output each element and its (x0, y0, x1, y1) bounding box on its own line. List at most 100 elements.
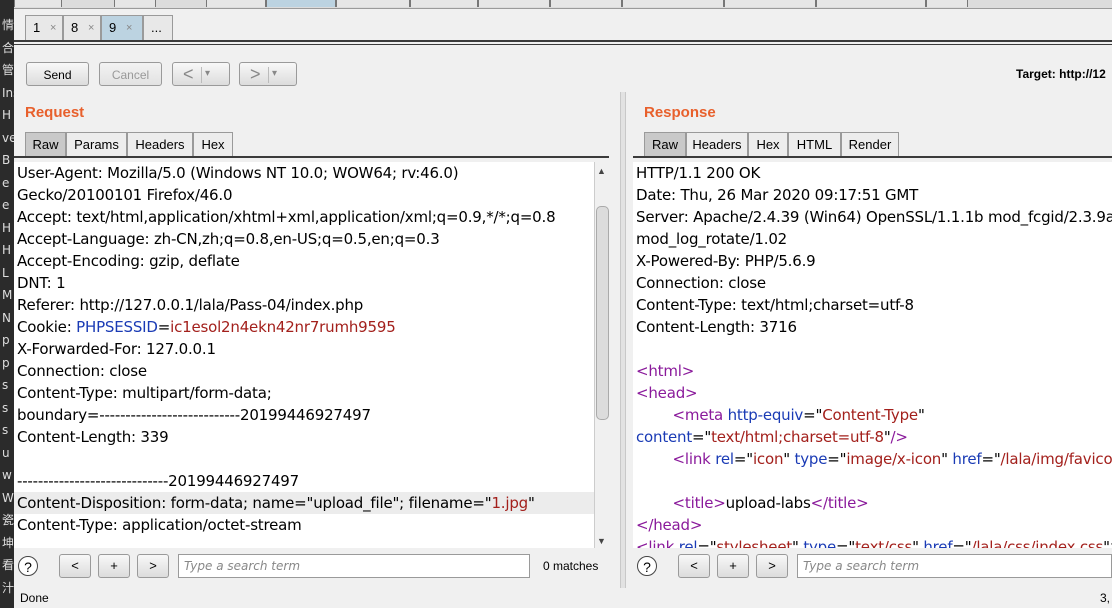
background-text: H (2, 220, 12, 235)
response-editor[interactable]: HTTP/1.1 200 OK Date: Thu, 26 Mar 2020 09… (633, 162, 1112, 548)
editor-line[interactable]: <title>upload-labs</title> (636, 492, 869, 514)
editor-line[interactable]: Cookie: PHPSESSID=ic1esol2n4ekn42nr7rumh… (17, 316, 396, 338)
editor-line[interactable]: Accept-Language: zh-CN,zh;q=0.8,en-US;q=… (17, 228, 440, 250)
editor-token: type (803, 538, 837, 548)
close-icon[interactable]: × (126, 16, 132, 40)
editor-line[interactable]: HTTP/1.1 200 OK (636, 162, 760, 184)
search-prev-button[interactable]: < (678, 554, 710, 578)
cancel-button[interactable]: Cancel (99, 62, 162, 86)
editor-line[interactable]: Content-Length: 339 (17, 426, 169, 448)
target-label[interactable]: Target: http://12 (1016, 67, 1106, 81)
editor-line[interactable]: DNT: 1 (17, 272, 66, 294)
chevron-down-icon[interactable]: ▾ (272, 63, 277, 85)
main-tab[interactable] (724, 0, 816, 7)
main-tab[interactable] (550, 0, 622, 7)
editor-line[interactable]: </head> (636, 514, 702, 536)
request-editor[interactable]: User-Agent: Mozilla/5.0 (Windows NT 10.0… (14, 162, 594, 548)
response-tab-hex[interactable]: Hex (748, 132, 788, 156)
editor-line[interactable]: Referer: http://127.0.0.1/lala/Pass-04/i… (17, 294, 363, 316)
main-tab[interactable] (816, 0, 926, 7)
editor-line[interactable]: content="text/html;charset=utf-8"/> (636, 426, 908, 448)
main-tab[interactable] (622, 0, 724, 7)
repeater-tab-8[interactable]: 8 × (63, 15, 101, 40)
editor-line[interactable]: Content-Type: text/html;charset=utf-8 (636, 294, 914, 316)
close-icon[interactable]: × (50, 16, 56, 40)
main-tab[interactable] (926, 0, 968, 7)
repeater-tab-label: 8 (71, 20, 79, 35)
background-text: W (2, 490, 14, 505)
editor-token: Content-Type: multipart/form-data; (17, 384, 272, 402)
editor-line[interactable]: Content-Type: application/octet-stream (17, 514, 302, 536)
editor-line[interactable]: -----------------------------20199446927… (17, 470, 299, 492)
background-text: s (2, 423, 9, 437)
background-text: 汁 (2, 580, 14, 595)
main-tab[interactable] (410, 0, 478, 7)
back-button[interactable]: < ▾ (172, 62, 230, 86)
chevron-down-icon[interactable]: ▾ (205, 63, 210, 85)
response-search-input[interactable]: Type a search term (797, 554, 1112, 578)
scroll-up-icon[interactable]: ▲ (597, 166, 606, 176)
editor-line[interactable]: Connection: close (636, 272, 766, 294)
main-tab[interactable] (336, 0, 410, 7)
editor-line[interactable]: <head> (636, 382, 698, 404)
editor-line[interactable]: Server: Apache/2.4.39 (Win64) OpenSSL/1.… (636, 206, 1112, 228)
response-tab-html[interactable]: HTML (788, 132, 841, 156)
editor-line[interactable]: X-Powered-By: PHP/5.6.9 (636, 250, 816, 272)
response-tab-render[interactable]: Render (841, 132, 899, 156)
editor-token: =" (827, 450, 847, 468)
main-tab[interactable] (14, 0, 62, 7)
repeater-tab-1[interactable]: 1 × (25, 15, 63, 40)
search-next-button[interactable]: > (137, 554, 169, 578)
request-tab-raw[interactable]: Raw (25, 132, 66, 156)
editor-line[interactable]: Accept: text/html,application/xhtml+xml,… (17, 206, 556, 228)
editor-token: Accept: text/html,application/xhtml+xml,… (17, 208, 556, 226)
pane-splitter[interactable] (620, 92, 626, 588)
search-add-button[interactable]: + (98, 554, 130, 578)
scroll-down-icon[interactable]: ▼ (597, 536, 606, 546)
main-tab[interactable] (478, 0, 550, 7)
forward-button[interactable]: > ▾ (239, 62, 297, 86)
main-tab-active[interactable] (266, 0, 336, 7)
request-tab-hex[interactable]: Hex (193, 132, 233, 156)
editor-line[interactable]: mod_log_rotate/1.02 (636, 228, 787, 250)
editor-line[interactable]: Content-Disposition: form-data; name="up… (14, 492, 594, 514)
editor-line[interactable]: User-Agent: Mozilla/5.0 (Windows NT 10.0… (17, 162, 459, 184)
repeater-tab-more[interactable]: ... (143, 15, 173, 40)
editor-token: =" (981, 450, 1001, 468)
response-tab-raw[interactable]: Raw (644, 132, 686, 156)
response-tab-headers[interactable]: Headers (686, 132, 748, 156)
request-tab-headers[interactable]: Headers (127, 132, 193, 156)
editor-token: /> (890, 428, 908, 446)
editor-line[interactable]: Date: Thu, 26 Mar 2020 09:17:51 GMT (636, 184, 918, 206)
help-icon[interactable]: ? (18, 556, 38, 576)
repeater-tab-label: 1 (33, 20, 41, 35)
help-icon[interactable]: ? (637, 556, 657, 576)
editor-line[interactable]: boundary=---------------------------2019… (17, 404, 371, 426)
repeater-tab-9[interactable]: 9 × (101, 15, 143, 40)
editor-line[interactable]: Connection: close (17, 360, 147, 382)
editor-token: Content-Length: 339 (17, 428, 169, 446)
editor-line[interactable]: <meta http-equiv="Content-Type" (636, 404, 925, 426)
search-add-button[interactable]: + (717, 554, 749, 578)
tab-underline (14, 156, 609, 158)
request-scrollbar-thumb[interactable] (596, 206, 609, 420)
main-tab[interactable] (114, 0, 156, 7)
editor-line[interactable]: Gecko/20100101 Firefox/46.0 (17, 184, 232, 206)
editor-token: =" (952, 538, 972, 548)
editor-line[interactable]: Content-Length: 3716 (636, 316, 797, 338)
editor-line[interactable]: Content-Type: multipart/form-data; (17, 382, 272, 404)
repeater-tab-label: 9 (109, 20, 117, 35)
send-button[interactable]: Send (26, 62, 89, 86)
request-tab-params[interactable]: Params (66, 132, 127, 156)
request-search-input[interactable]: Type a search term (178, 554, 530, 578)
main-tab[interactable] (206, 0, 266, 7)
search-next-button[interactable]: > (756, 554, 788, 578)
tab-underline (633, 156, 1112, 158)
editor-line[interactable]: X-Forwarded-For: 127.0.0.1 (17, 338, 216, 360)
editor-line[interactable]: Accept-Encoding: gzip, deflate (17, 250, 240, 272)
editor-line[interactable]: <html> (636, 360, 694, 382)
search-prev-button[interactable]: < (59, 554, 91, 578)
close-icon[interactable]: × (88, 16, 94, 40)
editor-line[interactable]: <link rel="stylesheet" type="text/css" h… (636, 536, 1112, 548)
editor-line[interactable]: <link rel="icon" type="image/x-icon" hre… (636, 448, 1112, 470)
